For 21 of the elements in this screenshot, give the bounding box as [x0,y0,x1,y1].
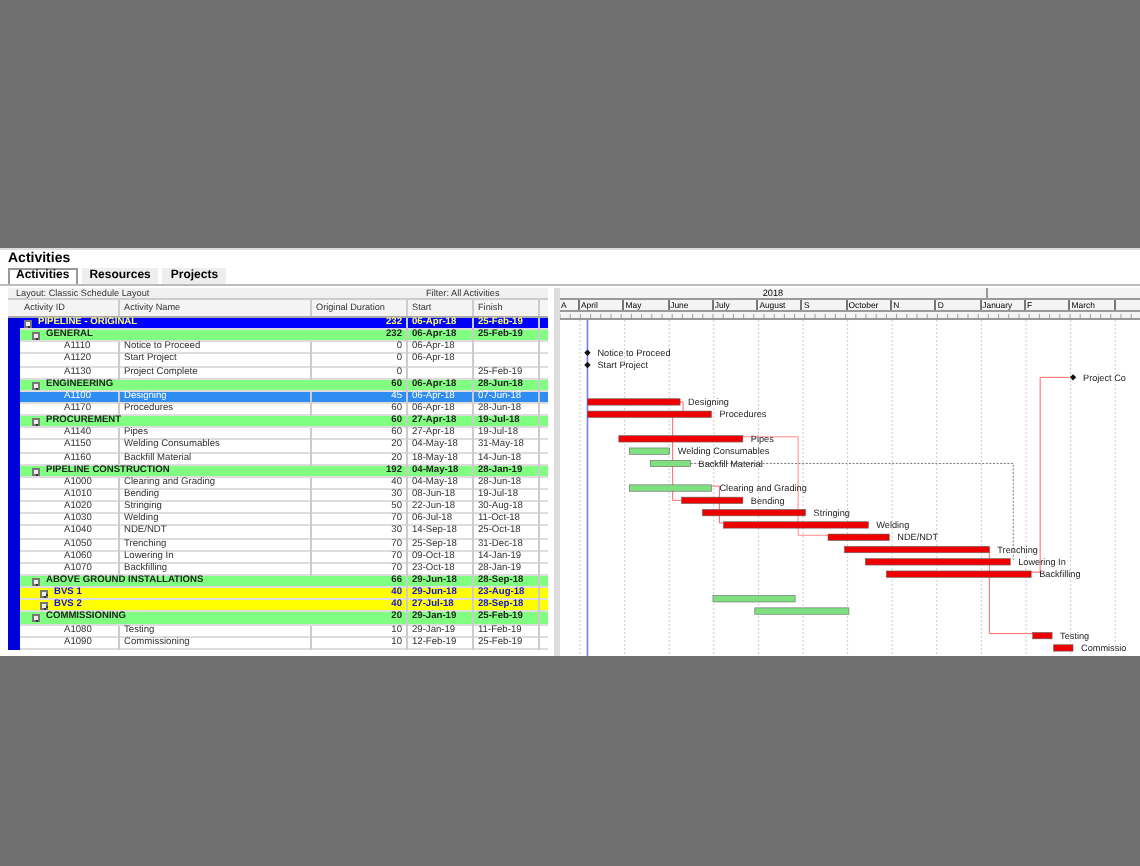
expand-toggle-icon[interactable] [24,320,32,329]
activity-bar[interactable] [1032,632,1053,640]
expand-toggle-icon[interactable] [32,381,40,390]
expand-toggle-icon[interactable] [32,418,40,427]
activity-bar[interactable] [827,533,890,541]
expand-toggle-icon[interactable] [40,602,48,611]
activity-bar[interactable] [885,570,1032,578]
activity-bar[interactable] [865,558,1011,566]
expand-toggle-icon[interactable] [32,467,40,476]
expand-toggle-icon[interactable] [32,332,40,341]
activity-bar[interactable] [844,546,990,554]
activity-bar[interactable] [587,410,712,418]
milestone-diamond-icon [1069,374,1077,381]
activity-bar[interactable] [681,496,744,504]
activity-bar[interactable] [702,509,806,517]
expand-toggle-icon[interactable] [32,578,40,587]
activity-bar[interactable] [1053,644,1074,652]
expand-toggle-icon[interactable] [32,614,40,623]
expand-toggle-icon[interactable] [40,590,48,599]
activity-bar[interactable] [649,459,691,467]
activity-bar[interactable] [618,435,744,443]
